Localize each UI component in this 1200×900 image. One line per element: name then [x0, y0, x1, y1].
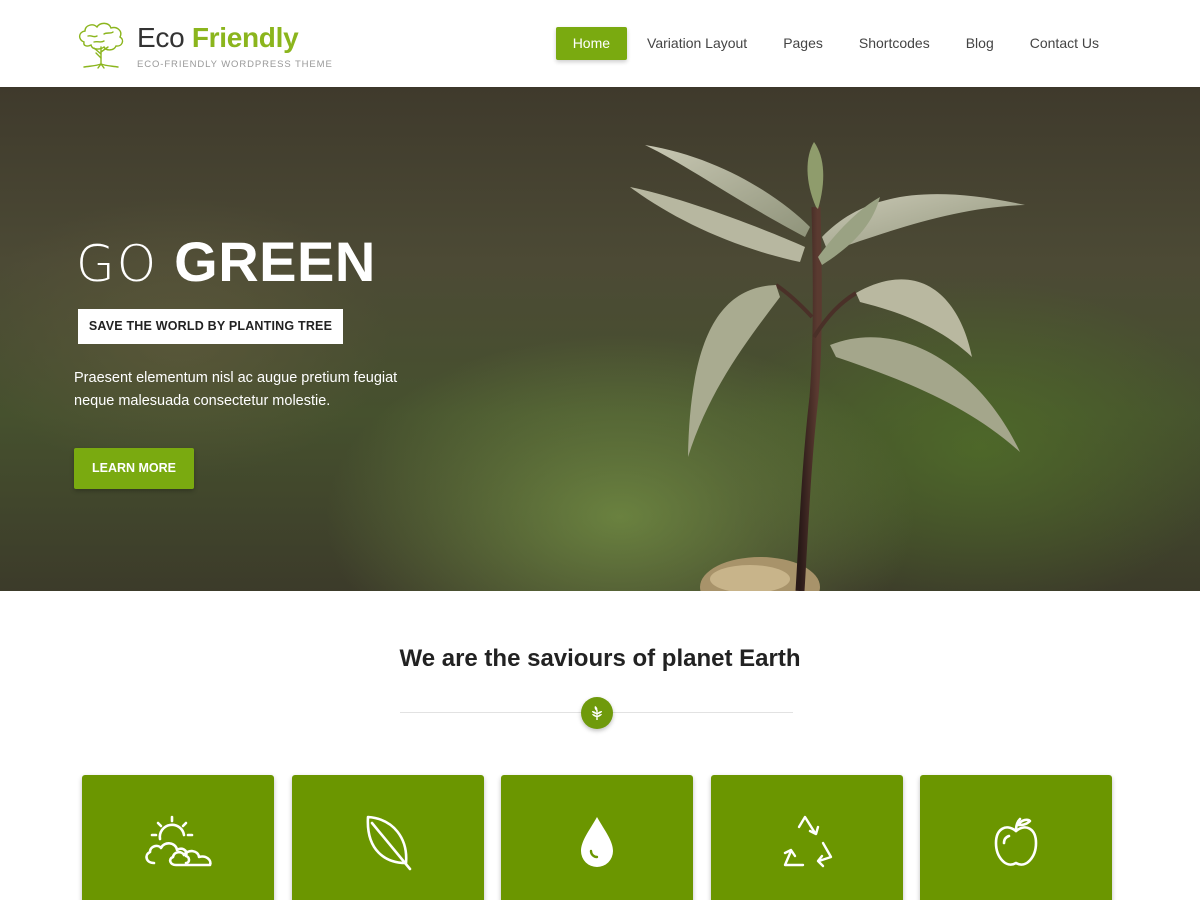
plant-sprout-image — [630, 142, 1025, 591]
water-drop-icon — [581, 817, 613, 867]
sun-cloud-icon — [145, 815, 212, 867]
nav-item-blog[interactable]: Blog — [948, 27, 1012, 60]
nav-item-contact-us[interactable]: Contact Us — [1012, 27, 1117, 60]
logo-text: Eco Friendly ECO-FRIENDLY WORDPRESS THEM… — [137, 22, 333, 70]
nav-item-pages[interactable]: Pages — [765, 27, 841, 60]
feature-cards — [82, 775, 1112, 900]
site-header: Eco Friendly ECO-FRIENDLY WORDPRESS THEM… — [0, 0, 1200, 87]
feature-card-leaf[interactable] — [291, 775, 484, 900]
nav-item-home[interactable]: Home — [555, 27, 628, 60]
feature-card-recycle[interactable] — [710, 775, 903, 900]
feature-card-apple[interactable] — [920, 775, 1112, 900]
sprout-icon — [592, 706, 602, 720]
hero-banner: GO GREEN SAVE THE WORLD BY PLANTING TREE… — [0, 87, 1200, 591]
recycle-icon — [783, 815, 832, 868]
hero-heading-light: GO — [76, 235, 159, 293]
nav-item-variation-layout[interactable]: Variation Layout — [629, 27, 765, 60]
feature-card-weather[interactable] — [82, 775, 274, 900]
hero-description: Praesent elementum nisl ac augue pretium… — [74, 370, 398, 409]
site-title-part1: Eco — [137, 22, 185, 53]
hero-heading-bold: GREEN — [174, 230, 376, 293]
divider-badge — [581, 697, 613, 729]
site-logo[interactable]: Eco Friendly ECO-FRIENDLY WORDPRESS THEM… — [74, 20, 333, 72]
site-title: Eco Friendly — [137, 22, 333, 54]
section-title: We are the saviours of planet Earth — [399, 645, 801, 672]
hero-tagline-box: SAVE THE WORLD BY PLANTING TREE — [78, 309, 343, 344]
learn-more-button[interactable]: LEARN MORE — [74, 448, 194, 489]
main-nav: Home Variation Layout Pages Shortcodes B… — [555, 27, 1117, 60]
feature-card-water[interactable] — [501, 775, 693, 900]
site-tagline: ECO-FRIENDLY WORDPRESS THEME — [137, 59, 333, 70]
hero-heading: GO GREEN — [76, 230, 376, 296]
site-title-part2: Friendly — [191, 22, 299, 53]
nav-item-shortcodes[interactable]: Shortcodes — [841, 27, 948, 60]
tree-icon — [78, 22, 124, 69]
leaf-icon — [366, 815, 411, 871]
apple-icon — [994, 817, 1038, 866]
